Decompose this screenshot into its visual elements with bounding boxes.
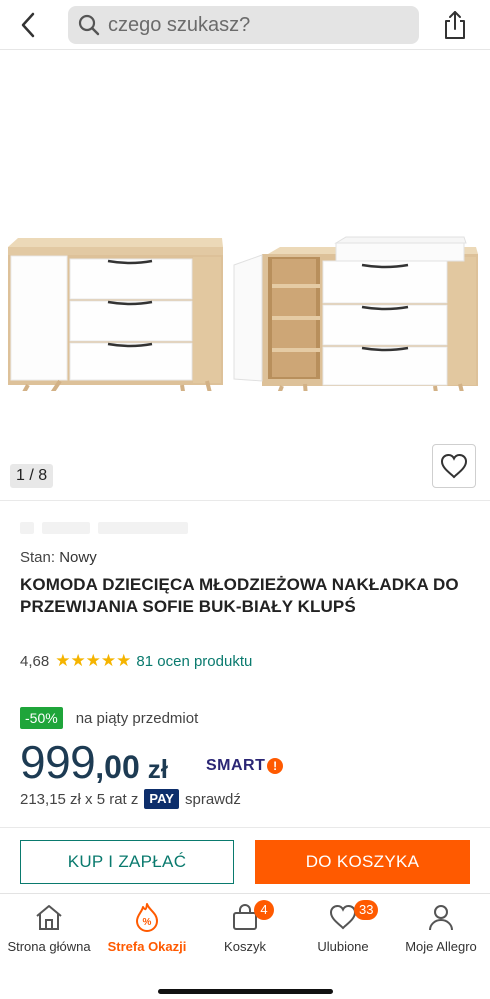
home-indicator xyxy=(158,989,333,994)
home-icon xyxy=(34,902,64,932)
svg-text:%: % xyxy=(143,917,152,928)
nav-label: Strona główna xyxy=(7,939,91,954)
rating-stars: ★★★★★ xyxy=(55,651,132,670)
add-to-favorites-button[interactable] xyxy=(432,444,476,488)
promo-row: -50% na piąty przedmiot xyxy=(20,707,198,729)
divider xyxy=(0,500,490,501)
image-counter: 1 / 8 xyxy=(10,464,54,488)
user-icon xyxy=(426,902,456,932)
loading-placeholder xyxy=(20,521,220,534)
rating-value: 4,68 xyxy=(20,652,50,670)
buy-now-button[interactable]: KUP I ZAPŁAĆ xyxy=(20,840,234,884)
product-title: KOMODA DZIECIĘCA MŁODZIEŻOWA NAKŁADKA DO… xyxy=(20,575,459,616)
nav-label: Ulubione xyxy=(317,939,369,954)
share-button[interactable] xyxy=(440,9,470,41)
promo-text: na piąty przedmiot xyxy=(75,709,199,727)
condition-label: Stan: xyxy=(20,549,56,566)
price-decimal: ,00 xyxy=(95,749,140,785)
discount-badge: -50% xyxy=(20,707,63,729)
product-rating: 4,68 ★★★★★ 81 ocen produktu xyxy=(20,651,252,671)
installments-check-link[interactable]: sprawdź xyxy=(185,791,241,808)
nav-item-cart[interactable]: 4 Koszyk xyxy=(196,894,294,964)
add-to-cart-button[interactable]: DO KOSZYKA xyxy=(255,840,470,884)
favorites-count-badge: 33 xyxy=(354,900,379,920)
nav-label: Moje Allegro xyxy=(405,939,477,954)
reviews-link[interactable]: 81 ocen produktu xyxy=(136,653,252,670)
nav-label: Strefa Okazji xyxy=(107,939,187,954)
condition-value: Nowy xyxy=(59,549,97,566)
bottom-nav: Strona główna % Strefa Okazji 4 Koszyk 3… xyxy=(0,893,490,999)
heart-icon xyxy=(440,453,468,479)
back-button[interactable] xyxy=(12,9,44,41)
nav-item-deals[interactable]: % Strefa Okazji xyxy=(98,894,196,964)
cart-count-badge: 4 xyxy=(254,900,274,920)
search-input[interactable] xyxy=(108,13,398,37)
search-bar[interactable] xyxy=(68,6,419,44)
product-page: 1 / 8 Stan: Nowy KOMODA DZIECIĘCA MŁODZI… xyxy=(0,0,490,999)
product-image xyxy=(8,236,478,391)
smart-badge: SMART ! xyxy=(206,757,284,775)
share-icon xyxy=(445,11,465,39)
product-condition: Stan: Nowy xyxy=(20,549,97,566)
installments-text: 213,15 zł x 5 rat z xyxy=(20,790,139,808)
price-integer: 999 xyxy=(20,736,96,788)
chevron-left-icon xyxy=(21,12,35,38)
smart-label: SMART xyxy=(206,757,266,774)
search-icon xyxy=(78,14,100,36)
deals-icon: % xyxy=(132,902,162,932)
smart-icon: ! xyxy=(267,758,284,774)
pay-logo: PAY xyxy=(144,789,179,809)
nav-item-my-allegro[interactable]: Moje Allegro xyxy=(392,894,490,964)
nav-label: Koszyk xyxy=(224,939,266,954)
price: 999 ,00 zł xyxy=(20,735,168,789)
divider xyxy=(0,827,490,828)
nav-item-favorites[interactable]: 33 Ulubione xyxy=(294,894,392,964)
price-currency: zł xyxy=(147,754,168,784)
installments-row: 213,15 zł x 5 rat z PAY sprawdź xyxy=(20,789,241,809)
nav-item-home[interactable]: Strona główna xyxy=(0,894,98,964)
product-gallery[interactable]: 1 / 8 xyxy=(0,51,490,499)
top-bar xyxy=(0,0,490,50)
